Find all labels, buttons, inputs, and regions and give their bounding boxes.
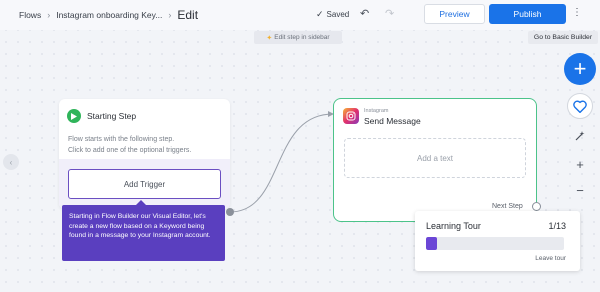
learning-tour-title: Learning Tour (426, 221, 481, 231)
chevron-right-icon: › (168, 10, 172, 20)
edit-step-hint: ✦ Edit step in sidebar (254, 31, 342, 44)
saved-label: Saved (326, 10, 350, 19)
channel-label: Instagram (364, 108, 389, 114)
next-step-connector[interactable] (532, 202, 541, 211)
redo-icon[interactable]: ↷ (385, 7, 394, 20)
chevron-left-icon[interactable]: ‹ (3, 154, 19, 170)
tour-tooltip: Starting in Flow Builder our Visual Edit… (62, 200, 225, 261)
heart-icon[interactable] (567, 93, 593, 119)
leave-tour-link[interactable]: Leave tour (535, 255, 566, 262)
chevron-right-icon: › (47, 10, 51, 20)
output-connector[interactable] (226, 208, 234, 216)
hint-label: Edit step in sidebar (274, 34, 330, 41)
check-icon: ✓ (316, 9, 324, 19)
zoom-out-icon[interactable]: − (571, 181, 589, 199)
page-title: Edit (177, 8, 199, 22)
send-message-title: Send Message (364, 116, 421, 126)
learning-tour-count: 1/13 (548, 221, 566, 231)
zoom-in-icon[interactable]: + (571, 155, 589, 173)
magic-wand-icon[interactable] (571, 127, 589, 145)
progress-fill (426, 237, 437, 250)
instagram-icon (343, 108, 359, 124)
saved-status: ✓ Saved (316, 9, 349, 20)
add-step-button[interactable]: + (564, 53, 596, 85)
preview-button[interactable]: Preview (424, 4, 485, 24)
add-text-button[interactable]: Add a text (344, 138, 526, 178)
undo-icon[interactable]: ↶ (360, 7, 369, 20)
next-step-label: Next Step (492, 203, 523, 210)
more-options-icon[interactable]: ⋮ (572, 7, 582, 18)
starting-step-title: Starting Step (87, 111, 137, 121)
add-trigger-button[interactable]: Add Trigger (68, 169, 221, 199)
lightbulb-icon: ✦ (266, 34, 273, 42)
breadcrumb-flow-name[interactable]: Instagram onboarding Key... (56, 10, 162, 20)
publish-button[interactable]: Publish (489, 4, 566, 24)
learning-tour-progress (426, 237, 564, 250)
learning-tour-panel: Learning Tour 1/13 Leave tour (415, 211, 580, 271)
starting-step-description: Flow starts with the following step. Cli… (68, 136, 192, 154)
breadcrumb-flows[interactable]: Flows (19, 10, 41, 20)
basic-builder-tooltip: Go to Basic Builder (528, 31, 598, 44)
play-icon (67, 109, 81, 123)
